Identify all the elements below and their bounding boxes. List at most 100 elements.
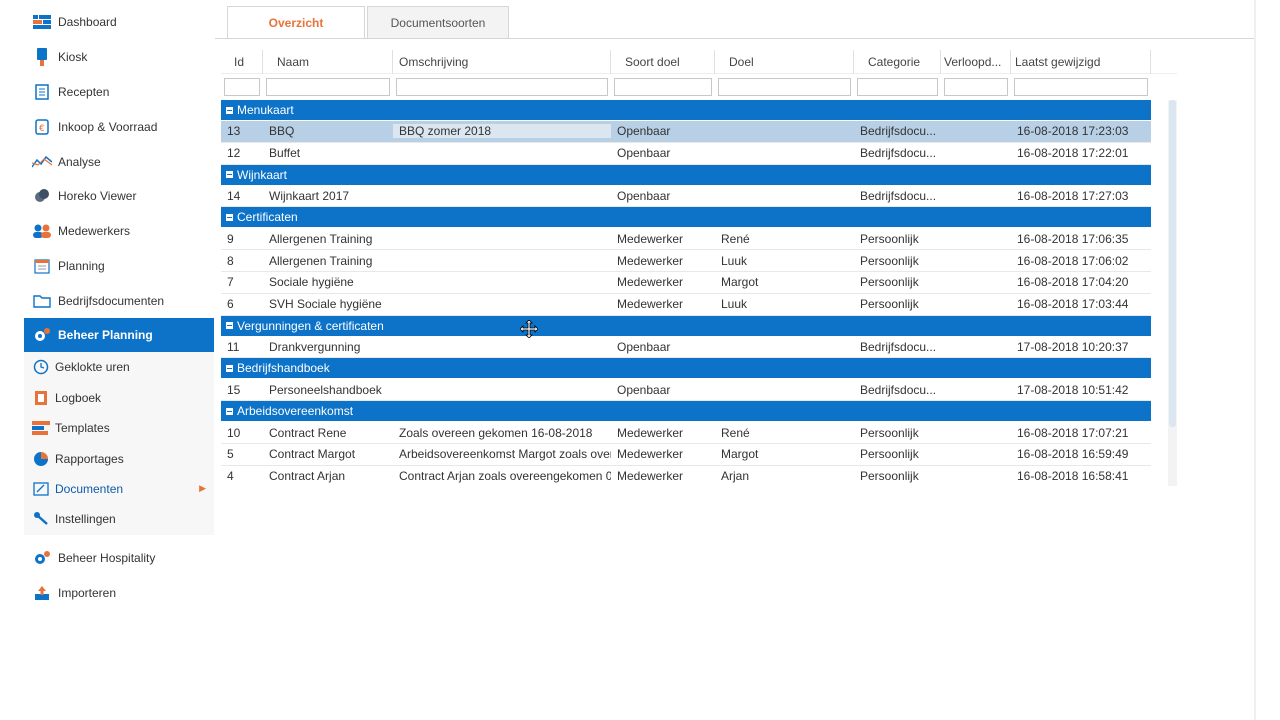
purchase-icon: € xyxy=(32,118,52,136)
chevron-right-icon: ▶ xyxy=(199,483,206,494)
cell-categorie: Bedrijfsdocu... xyxy=(860,382,937,397)
cell-id: 12 xyxy=(227,146,241,161)
table-row[interactable]: 4 Contract Arjan Contract Arjan zoals over… xyxy=(221,466,1151,487)
group-header[interactable]: Certificaten xyxy=(221,207,1151,229)
viewer-icon xyxy=(32,187,52,205)
table-row[interactable]: 13 BBQ BBQ zomer 2018 Openbaar Bedrijfsdocu.… xyxy=(221,121,1151,143)
cell-laatst-gewijzigd: 17-08-2018 10:20:37 xyxy=(1017,339,1129,354)
cell-naam: Wijnkaart 2017 xyxy=(269,188,350,203)
table-row[interactable]: 9 Allergenen Training Medewerker René Persoo… xyxy=(221,228,1151,251)
group-header[interactable]: Vergunningen & certificaten xyxy=(221,315,1151,337)
group-header[interactable]: Wijnkaart xyxy=(221,164,1151,186)
table-row[interactable]: 10 Contract Rene Zoals overeen gekomen 16-… xyxy=(221,422,1151,444)
nav-templates[interactable]: Templates xyxy=(24,413,214,443)
nav-bedrijfsdocumenten[interactable]: Bedrijfsdocumenten xyxy=(24,283,214,318)
wrench-icon xyxy=(32,511,50,527)
nav-analyse-label: Analyse xyxy=(58,154,101,169)
nav-logboek[interactable]: Logboek xyxy=(24,383,214,413)
column-header-id[interactable]: Id xyxy=(221,49,263,74)
filter-verloopdatum-input[interactable] xyxy=(944,78,1008,96)
filter-laatst-gewijzigd-input[interactable] xyxy=(1014,78,1148,96)
cell-laatst-gewijzigd: 17-08-2018 10:51:42 xyxy=(1017,382,1129,397)
table-row[interactable]: 12 Buffet Openbaar Bedrijfsdocu... 16-08-201… xyxy=(221,143,1151,165)
group-header[interactable]: Bedrijfshandboek xyxy=(221,358,1151,380)
column-header-naam[interactable]: Naam xyxy=(263,49,393,74)
cell-soort-doel: Medewerker xyxy=(617,297,684,312)
filter-doel-input[interactable] xyxy=(718,78,851,96)
cell-categorie: Persoonlijk xyxy=(860,425,919,440)
cell-categorie: Bedrijfsdocu... xyxy=(860,339,937,354)
nav-importeren[interactable]: Importeren xyxy=(24,575,214,610)
filter-categorie-input[interactable] xyxy=(857,78,938,96)
grid-scrollbar-thumb[interactable] xyxy=(1169,100,1176,427)
nav-beheer-hospitality-label: Beheer Hospitality xyxy=(58,550,156,565)
nav-importeren-label: Importeren xyxy=(58,585,117,600)
table-row[interactable]: 15 Personeelshandboek Openbaar Bedrijfsdocu… xyxy=(221,379,1151,402)
column-header-verloopdatum[interactable]: Verloopd... xyxy=(941,49,1011,74)
cell-categorie: Bedrijfsdocu... xyxy=(860,124,937,139)
column-header-categorie[interactable]: Categorie xyxy=(854,49,941,74)
sidebar: Dashboard Kiosk Recepten € Inkoop & Voor… xyxy=(24,5,214,610)
column-header-soort-doel[interactable]: Soort doel xyxy=(611,49,715,74)
column-header-omschrijving[interactable]: Omschrijving xyxy=(393,49,611,74)
nav-medewerkers[interactable]: Medewerkers xyxy=(24,214,214,249)
cell-categorie: Persoonlijk xyxy=(860,253,919,268)
nav-beheer-hospitality[interactable]: Beheer Hospitality xyxy=(24,541,214,576)
table-row[interactable]: 6 SVH Sociale hygiëne Medewerker Luuk Persoo… xyxy=(221,294,1151,316)
cell-naam: Contract Arjan xyxy=(269,469,346,484)
tab-documentsoorten[interactable]: Documentsoorten xyxy=(367,6,509,39)
nav-geklokte-uren[interactable]: Geklokte uren xyxy=(24,352,214,382)
nav-templates-label: Templates xyxy=(55,421,110,436)
nav-kiosk[interactable]: Kiosk xyxy=(24,40,214,75)
collapse-icon[interactable] xyxy=(226,364,233,372)
cell-soort-doel: Openbaar xyxy=(617,124,671,139)
column-header-doel[interactable]: Doel xyxy=(715,49,854,74)
table-row[interactable]: 5 Contract Margot Arbeidsovereenkomst Marg… xyxy=(221,444,1151,466)
nav-recepten[interactable]: Recepten xyxy=(24,75,214,110)
cell-categorie: Persoonlijk xyxy=(860,447,919,462)
nav-beheer-planning[interactable]: Beheer Planning xyxy=(24,318,214,353)
cell-naam: Contract Rene xyxy=(269,425,347,440)
nav-documenten[interactable]: Documenten ▶ xyxy=(24,474,214,504)
nav-inkoop-label: Inkoop & Voorraad xyxy=(58,119,158,134)
group-header[interactable]: Menukaart xyxy=(221,100,1151,121)
filter-naam-input[interactable] xyxy=(266,78,390,96)
nav-dashboard[interactable]: Dashboard xyxy=(24,5,214,40)
cell-naam: Buffet xyxy=(269,146,301,161)
nav-beheer-planning-label: Beheer Planning xyxy=(58,328,153,343)
nav-planning[interactable]: Planning xyxy=(24,249,214,284)
cell-soort-doel: Openbaar xyxy=(617,146,671,161)
filter-omschrijving-input[interactable] xyxy=(396,78,608,96)
collapse-icon[interactable] xyxy=(226,106,233,114)
collapse-icon[interactable] xyxy=(226,171,233,179)
nav-documenten-label: Documenten xyxy=(55,481,124,496)
collapse-icon[interactable] xyxy=(226,213,233,221)
clock-icon xyxy=(32,359,50,375)
nav-inkoop[interactable]: € Inkoop & Voorraad xyxy=(24,109,214,144)
cell-doel: Margot xyxy=(721,447,759,462)
grid-scrollbar[interactable] xyxy=(1168,100,1177,486)
cell-naam: Personeelshandboek xyxy=(269,382,382,397)
filter-soort-doel-input[interactable] xyxy=(614,78,712,96)
collapse-icon[interactable] xyxy=(226,322,233,330)
table-row[interactable]: 7 Sociale hygiëne Medewerker Margot Persoonl… xyxy=(221,272,1151,294)
filter-id-input[interactable] xyxy=(224,78,260,96)
nav-rapportages[interactable]: Rapportages xyxy=(24,443,214,473)
table-row[interactable]: 11 Drankvergunning Openbaar Bedrijfsdocu...… xyxy=(221,337,1151,359)
cell-laatst-gewijzigd: 16-08-2018 17:23:03 xyxy=(1017,124,1129,139)
table-row[interactable]: 14 Wijnkaart 2017 Openbaar Bedrijfsdocu... 1… xyxy=(221,186,1151,208)
collapse-icon[interactable] xyxy=(226,407,233,415)
table-row[interactable]: 8 Allergenen Training Medewerker Luuk Persoo… xyxy=(221,250,1151,272)
cell-soort-doel: Medewerker xyxy=(617,253,684,268)
cell-soort-doel: Medewerker xyxy=(617,275,684,290)
import-icon xyxy=(32,584,52,602)
group-header[interactable]: Arbeidsovereenkomst xyxy=(221,401,1151,423)
nav-analyse[interactable]: Analyse xyxy=(24,144,214,179)
tab-overzicht[interactable]: Overzicht xyxy=(227,6,365,39)
column-header-laatst-gewijzigd[interactable]: Laatst gewijzigd xyxy=(1011,49,1151,74)
nav-instellingen[interactable]: Instellingen xyxy=(24,504,214,534)
nav-horeko-viewer[interactable]: Horeko Viewer xyxy=(24,179,214,214)
cell-id: 10 xyxy=(227,425,241,440)
cell-id: 13 xyxy=(227,124,241,139)
folder-icon xyxy=(32,292,52,310)
